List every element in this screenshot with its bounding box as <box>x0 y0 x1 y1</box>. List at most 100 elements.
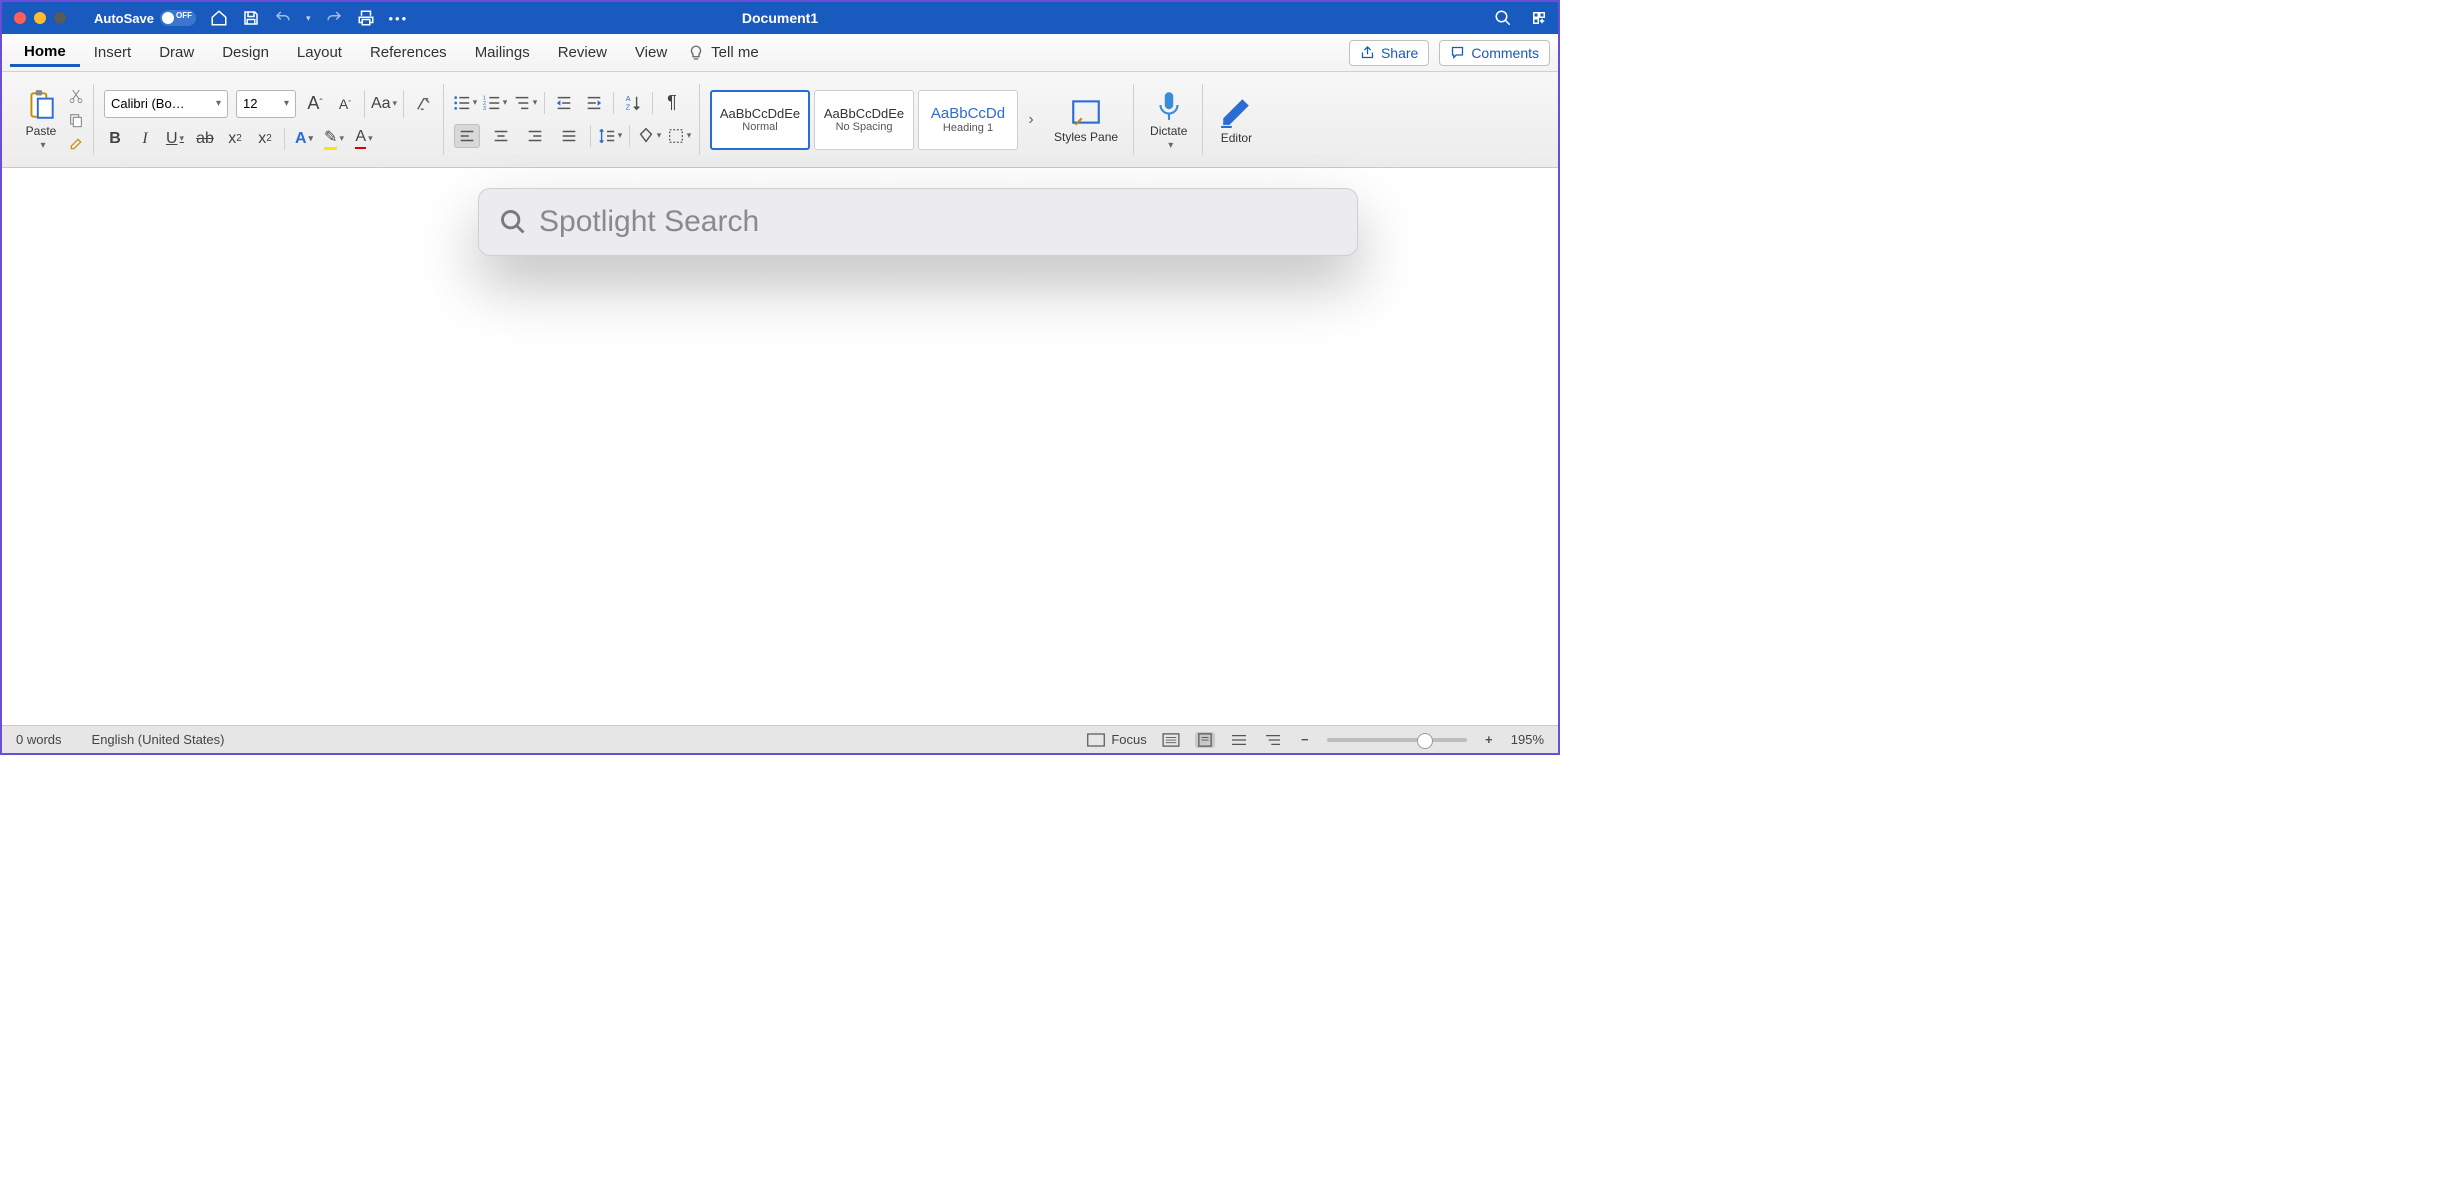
font-size-select[interactable]: 12▾ <box>236 90 296 118</box>
svg-text:Z: Z <box>626 102 631 111</box>
justify-button[interactable] <box>556 124 582 148</box>
superscript-button[interactable]: x2 <box>254 128 276 150</box>
share-button[interactable]: Share <box>1349 40 1429 66</box>
copy-icon[interactable] <box>68 112 84 128</box>
autosave-switch[interactable]: OFF <box>160 10 196 26</box>
document-title: Document1 <box>742 10 818 26</box>
spotlight-input[interactable] <box>539 205 1337 239</box>
undo-icon[interactable] <box>274 9 292 27</box>
save-icon[interactable] <box>242 9 260 27</box>
format-painter-icon[interactable] <box>68 136 84 152</box>
tab-insert[interactable]: Insert <box>80 40 146 65</box>
tell-me[interactable]: Tell me <box>687 44 759 62</box>
tab-references[interactable]: References <box>356 40 461 65</box>
autosave-toggle[interactable]: AutoSave OFF <box>94 10 196 26</box>
paste-dropdown-icon[interactable]: ▾ <box>40 140 45 151</box>
maximize-window-icon[interactable] <box>54 12 66 24</box>
increase-indent-button[interactable] <box>583 92 605 114</box>
bullets-button[interactable] <box>454 92 476 114</box>
borders-button[interactable] <box>668 125 690 147</box>
tell-me-label: Tell me <box>711 44 759 61</box>
read-mode-icon[interactable] <box>1161 732 1181 748</box>
editor-icon <box>1219 95 1253 129</box>
home-icon[interactable] <box>210 9 228 27</box>
minimize-window-icon[interactable] <box>34 12 46 24</box>
svg-text:3: 3 <box>483 106 486 112</box>
group-editor: Editor <box>1203 76 1269 163</box>
more-icon[interactable]: ••• <box>389 11 409 26</box>
search-icon[interactable] <box>1494 9 1512 27</box>
autosave-state: OFF <box>176 11 192 20</box>
align-center-button[interactable] <box>488 124 514 148</box>
outline-icon[interactable] <box>1263 732 1283 748</box>
group-clipboard: Paste ▾ <box>8 76 94 163</box>
tab-layout[interactable]: Layout <box>283 40 356 65</box>
focus-mode-button[interactable]: Focus <box>1087 732 1146 747</box>
zoom-level[interactable]: 195% <box>1511 732 1544 747</box>
web-layout-icon[interactable] <box>1229 732 1249 748</box>
style-normal[interactable]: AaBbCcDdEe Normal <box>710 90 810 150</box>
shading-button[interactable] <box>638 125 660 147</box>
zoom-out-button[interactable]: − <box>1297 732 1313 747</box>
tab-home[interactable]: Home <box>10 39 80 67</box>
align-right-button[interactable] <box>522 124 548 148</box>
multilevel-button[interactable] <box>514 92 536 114</box>
italic-button[interactable]: I <box>134 128 156 150</box>
group-dictate: Dictate ▾ <box>1134 76 1203 163</box>
print-layout-icon[interactable] <box>1195 732 1215 748</box>
change-case-button[interactable]: Aa <box>373 93 395 115</box>
print-icon[interactable] <box>357 9 375 27</box>
strikethrough-button[interactable]: ab <box>194 128 216 150</box>
highlight-button[interactable]: ✎ <box>323 128 345 150</box>
dictate-button[interactable]: Dictate ▾ <box>1144 88 1193 151</box>
editor-button[interactable]: Editor <box>1213 95 1259 145</box>
tab-view[interactable]: View <box>621 40 681 65</box>
clear-format-button[interactable] <box>412 93 434 115</box>
titlebar: AutoSave OFF ▾ ••• Document1 <box>2 2 1558 34</box>
tab-mailings[interactable]: Mailings <box>461 40 544 65</box>
style-name: Heading 1 <box>943 122 993 134</box>
language-status[interactable]: English (United States) <box>92 732 225 747</box>
style-heading-1[interactable]: AaBbCcDd Heading 1 <box>918 90 1018 150</box>
search-icon <box>499 208 527 236</box>
numbering-button[interactable]: 123 <box>484 92 506 114</box>
sort-button[interactable]: AZ <box>622 92 644 114</box>
editor-label: Editor <box>1221 131 1252 145</box>
ribbon-options-icon[interactable] <box>1530 9 1548 27</box>
subscript-button[interactable]: x2 <box>224 128 246 150</box>
styles-pane-button[interactable]: Styles Pane <box>1048 95 1124 144</box>
tab-design[interactable]: Design <box>208 40 283 65</box>
dictate-dropdown-icon[interactable]: ▾ <box>1168 140 1173 151</box>
tab-draw[interactable]: Draw <box>145 40 208 65</box>
grow-font-button[interactable]: Aˆ <box>304 93 326 115</box>
show-marks-button[interactable]: ¶ <box>661 92 683 114</box>
word-count[interactable]: 0 words <box>16 732 62 747</box>
bold-button[interactable]: B <box>104 128 126 150</box>
close-window-icon[interactable] <box>14 12 26 24</box>
font-color-button[interactable]: A <box>353 128 375 150</box>
redo-icon[interactable] <box>325 9 343 27</box>
dictate-label: Dictate <box>1150 124 1187 138</box>
share-icon <box>1360 45 1375 60</box>
group-paragraph: 123 AZ ¶ <box>444 76 700 163</box>
align-left-button[interactable] <box>454 124 480 148</box>
comments-button[interactable]: Comments <box>1439 40 1550 66</box>
spotlight-search[interactable] <box>478 188 1358 256</box>
undo-dropdown-icon[interactable]: ▾ <box>306 13 311 24</box>
style-no-spacing[interactable]: AaBbCcDdEe No Spacing <box>814 90 914 150</box>
font-name-select[interactable]: Calibri (Bo…▾ <box>104 90 228 118</box>
paste-button[interactable]: Paste ▾ <box>18 88 64 151</box>
tab-review[interactable]: Review <box>544 40 621 65</box>
focus-label: Focus <box>1111 732 1146 747</box>
styles-more-icon[interactable]: › <box>1022 111 1040 129</box>
quick-access-toolbar: ▾ ••• <box>210 9 408 27</box>
text-effects-button[interactable]: A <box>293 128 315 150</box>
cut-icon[interactable] <box>68 88 84 104</box>
line-spacing-button[interactable] <box>599 125 621 147</box>
shrink-font-button[interactable]: Aˇ <box>334 93 356 115</box>
status-bar: 0 words English (United States) Focus − … <box>2 725 1558 753</box>
underline-button[interactable]: U <box>164 128 186 150</box>
decrease-indent-button[interactable] <box>553 92 575 114</box>
zoom-in-button[interactable]: + <box>1481 732 1497 747</box>
zoom-slider[interactable] <box>1327 738 1467 742</box>
